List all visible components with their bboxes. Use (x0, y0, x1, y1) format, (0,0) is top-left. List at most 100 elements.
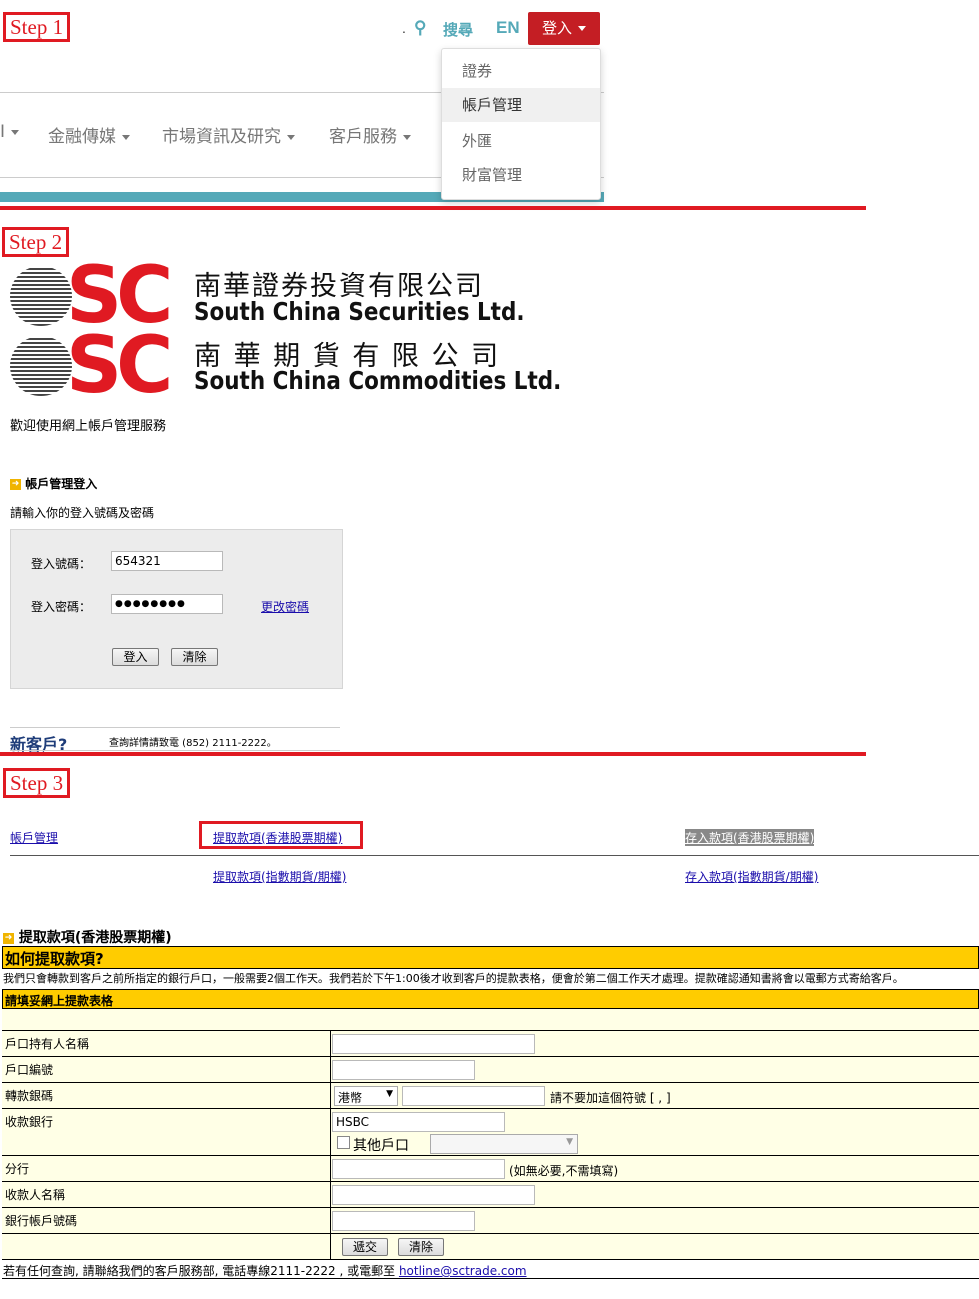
other-account-label: 其他戶口 (353, 1138, 409, 1154)
amount-note: 請不要加這個符號 [ , ] (550, 1091, 671, 1105)
dropdown-item-wealth-management[interactable]: 財富管理 (442, 158, 600, 192)
menu-item-financial-media[interactable]: 金融傳媒 (48, 122, 130, 147)
form-column-divider (330, 1031, 331, 1260)
company-name-en-commodities: South China Commodities Ltd. (194, 366, 562, 395)
form-row-amount: 轉款銀碼 港幣 ▼ 請不要加這個符號 [ , ] (2, 1083, 979, 1109)
sc-logo-mark: SC (66, 321, 173, 411)
menu-item-cut[interactable]: I (0, 122, 20, 142)
branch-note: (如無必要,不需填寫) (509, 1164, 619, 1178)
withdraw-title-text: 提取款項(香港股票期權) (18, 930, 172, 946)
enquiry-phone-text: 查詢詳情請致電 (852) 2111-2222。 (109, 738, 277, 749)
form-row-bank: 收款銀行 HSBC 其他戶口 ▼ (2, 1109, 979, 1156)
search-link[interactable]: 搜尋 (443, 19, 473, 40)
hotline-email-link[interactable]: hotline@sctrade.com (399, 1264, 527, 1278)
arrow-right-icon: ➜ (3, 932, 14, 944)
tab-withdraw-hk-options[interactable]: 提取款項(香港股票期權) (213, 829, 342, 846)
form-row-bank-account: 銀行帳戶號碼 (2, 1208, 979, 1234)
footer-text: 若有任何查詢, 請聯絡我們的客戶服務部, 電話專線2111-2222 , 或電郵… (3, 1264, 399, 1278)
step-1-label: Step 1 (3, 12, 71, 42)
header-dot: . (402, 20, 406, 36)
form-title-bar: 請填妥網上提款表格 (2, 989, 979, 1009)
payee-input[interactable] (332, 1185, 535, 1205)
company-name-en-securities: South China Securities Ltd. (194, 297, 525, 326)
amount-input[interactable] (402, 1086, 545, 1106)
amount-label: 轉款銀碼 (5, 1089, 54, 1103)
payee-label: 收款人名稱 (5, 1188, 66, 1202)
currency-select[interactable]: 港幣 ▼ (334, 1086, 398, 1106)
login-id-label: 登入號碼： (31, 557, 92, 571)
login-password-label: 登入密碼： (31, 600, 92, 614)
caret-down-icon (122, 134, 130, 140)
login-section-title-text: 帳戶管理登入 (25, 477, 98, 491)
form-row-actions: 遞交 清除 (2, 1234, 979, 1260)
form-row-holder: 戶口持有人名稱 (2, 1031, 979, 1057)
caret-down-icon (287, 134, 295, 140)
caret-down-icon (11, 129, 20, 135)
account-no-label: 戶口編號 (5, 1063, 54, 1077)
menu-label: 金融傳媒 (48, 127, 116, 147)
dropdown-item-account-management[interactable]: 帳戶管理 (442, 88, 600, 122)
tab-divider (10, 855, 979, 856)
bank-account-input[interactable] (332, 1211, 475, 1231)
withdraw-submit-button[interactable]: 遞交 (342, 1238, 388, 1256)
caret-down-icon (578, 26, 586, 31)
bank-account-label: 銀行帳戶號碼 (5, 1214, 78, 1228)
search-icon[interactable]: ⚲ (414, 18, 426, 38)
globe-logo-icon (10, 336, 72, 396)
how-to-withdraw-text: 我們只會轉款到客戶之前所指定的銀行戶口，一般需要2個工作天。我們若於下午1:00… (3, 972, 904, 985)
bank-input[interactable]: HSBC (332, 1112, 505, 1132)
step-divider (0, 206, 866, 210)
login-instruction: 請輸入你的登入號碼及密碼 (10, 506, 155, 520)
form-row-payee: 收款人名稱 (2, 1182, 979, 1208)
login-button-label: 登入 (541, 19, 572, 37)
withdraw-title: ➜ 提取款項(香港股票期權) (3, 927, 172, 947)
step-2-label: Step 2 (2, 227, 70, 257)
holder-label: 戶口持有人名稱 (5, 1037, 90, 1051)
tab-deposit-index-futures[interactable]: 存入款項(指數期貨/期權) (685, 868, 818, 885)
caret-down-icon (403, 134, 411, 140)
other-account-checkbox[interactable] (337, 1136, 350, 1149)
login-dropdown-button[interactable]: 登入 (528, 12, 600, 45)
login-clear-button[interactable]: 清除 (171, 648, 218, 666)
globe-logo-icon (10, 266, 72, 326)
branch-label: 分行 (5, 1162, 30, 1176)
currency-value: 港幣 (338, 1091, 363, 1105)
form-title: 請填妥網上提款表格 (5, 994, 114, 1008)
tab-withdraw-index-futures[interactable]: 提取款項(指數期貨/期權) (213, 868, 346, 885)
account-no-input[interactable] (332, 1060, 475, 1080)
welcome-text: 歡迎使用網上帳戶管理服務 (10, 419, 167, 434)
login-password-input[interactable]: ●●●●●●●● (111, 594, 223, 614)
menu-item-market-research[interactable]: 市場資訊及研究 (162, 122, 295, 147)
tab-deposit-hk-options[interactable]: 存入款項(香港股票期權) (685, 829, 815, 846)
step-3-label: Step 3 (3, 768, 71, 798)
step-divider (0, 752, 866, 756)
bank-label: 收款銀行 (5, 1115, 54, 1129)
tab-account-management[interactable]: 帳戶管理 (10, 829, 58, 846)
login-section-title: ➜ 帳戶管理登入 (10, 475, 97, 492)
login-dropdown-menu: 證券 帳戶管理 外匯 財富管理 (441, 48, 601, 200)
footer-contact: 若有任何查詢, 請聯絡我們的客戶服務部, 電話專線2111-2222 , 或電郵… (3, 1262, 527, 1279)
form-spacer-row (2, 1009, 979, 1031)
divider (10, 750, 340, 751)
other-account-select[interactable]: ▼ (430, 1134, 578, 1154)
arrow-right-icon: ➜ (10, 479, 21, 490)
menu-label: 市場資訊及研究 (162, 127, 281, 147)
change-password-link[interactable]: 更改密碼 (261, 598, 309, 615)
chevron-down-icon: ▼ (386, 1089, 393, 1099)
dropdown-item-forex[interactable]: 外匯 (442, 124, 600, 158)
branch-input[interactable] (332, 1159, 505, 1179)
menu-item-customer-service[interactable]: 客戶服務 (329, 122, 411, 147)
footer-divider (2, 1278, 979, 1279)
withdraw-clear-button[interactable]: 清除 (398, 1238, 444, 1256)
form-row-account-no: 戶口編號 (2, 1057, 979, 1083)
divider (10, 727, 340, 728)
how-to-withdraw-title: 如何提取款項? (5, 950, 104, 968)
holder-input[interactable] (332, 1034, 535, 1054)
login-submit-button[interactable]: 登入 (112, 648, 159, 666)
chevron-down-icon: ▼ (566, 1137, 573, 1147)
language-toggle[interactable]: EN (496, 18, 520, 38)
login-id-input[interactable]: 654321 (111, 551, 223, 571)
menu-label: 客戶服務 (329, 127, 397, 147)
dropdown-item-securities[interactable]: 證券 (442, 54, 600, 88)
form-row-branch: 分行 (如無必要,不需填寫) (2, 1156, 979, 1182)
